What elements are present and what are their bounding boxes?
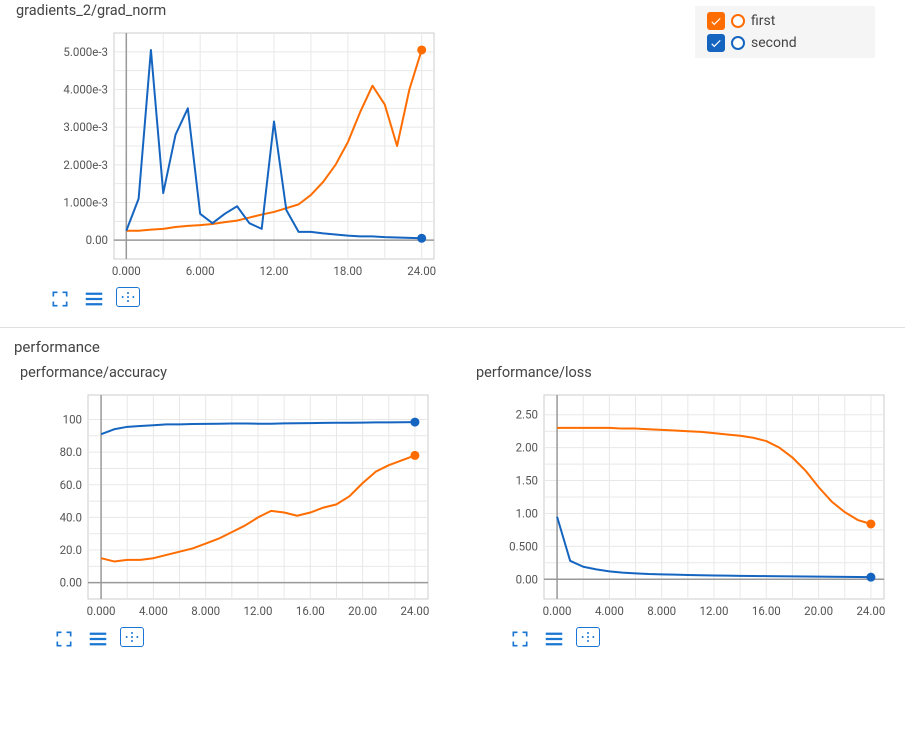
section-title[interactable]: performance: [0, 327, 905, 362]
svg-text:6.000: 6.000: [186, 264, 215, 278]
svg-text:24.00: 24.00: [407, 264, 436, 278]
checkbox-icon: [707, 12, 725, 30]
fullscreen-icon[interactable]: [48, 287, 72, 311]
svg-text:0.000: 0.000: [87, 604, 116, 618]
svg-text:4.000: 4.000: [139, 604, 168, 618]
svg-text:12.00: 12.00: [260, 264, 289, 278]
svg-text:20.0: 20.0: [60, 543, 82, 557]
checkbox-icon: [707, 34, 725, 52]
svg-text:2.00: 2.00: [516, 441, 538, 455]
svg-text:4.000: 4.000: [595, 604, 624, 618]
legend: first second: [695, 6, 875, 58]
svg-text:20.00: 20.00: [348, 604, 377, 618]
svg-text:16.00: 16.00: [752, 604, 781, 618]
svg-text:1.00: 1.00: [516, 506, 538, 520]
list-icon[interactable]: [542, 627, 566, 651]
svg-text:4.000e-3: 4.000e-3: [63, 83, 108, 97]
svg-text:60.0: 60.0: [60, 478, 82, 492]
chart-plot[interactable]: 0.000 4.000 8.000 12.00 16.00 20.00 24.00 0.00 2…: [18, 385, 438, 623]
legend-label: first: [751, 13, 775, 29]
svg-text:40.0: 40.0: [60, 510, 82, 524]
fullscreen-icon[interactable]: [508, 627, 532, 651]
chart-title: performance/loss: [476, 364, 894, 381]
svg-text:1.000e-3: 1.000e-3: [63, 196, 108, 210]
fullscreen-icon[interactable]: [52, 627, 76, 651]
svg-text:100: 100: [63, 412, 82, 426]
chart-toolbar: [14, 283, 891, 311]
chart-title: performance/accuracy: [20, 364, 438, 381]
series-circle-icon: [731, 14, 745, 28]
fit-domain-icon[interactable]: [120, 627, 144, 647]
svg-text:8.000: 8.000: [647, 604, 676, 618]
svg-text:5.000e-3: 5.000e-3: [63, 45, 108, 59]
svg-text:2.50: 2.50: [516, 408, 538, 422]
list-icon[interactable]: [82, 287, 106, 311]
svg-text:18.00: 18.00: [333, 264, 362, 278]
chart-loss: performance/loss 0.000 4.000 8.000 12.00 16.…: [460, 362, 905, 657]
chart-toolbar: [18, 623, 438, 651]
svg-text:20.00: 20.00: [804, 604, 833, 618]
svg-text:0.000: 0.000: [543, 604, 572, 618]
svg-text:24.00: 24.00: [400, 604, 429, 618]
svg-text:12.00: 12.00: [244, 604, 273, 618]
svg-text:12.00: 12.00: [700, 604, 729, 618]
chart-plot[interactable]: 0.000 4.000 8.000 12.00 16.00 20.00 24.00 0.00 0…: [474, 385, 894, 623]
chart-accuracy: performance/accuracy 0.000 4.000 8.000 12.0…: [4, 362, 452, 657]
svg-text:0.00: 0.00: [516, 572, 538, 586]
svg-text:8.000: 8.000: [191, 604, 220, 618]
fit-domain-icon[interactable]: [116, 287, 140, 307]
legend-item-second[interactable]: second: [707, 34, 863, 52]
svg-text:3.000e-3: 3.000e-3: [63, 120, 108, 134]
svg-text:2.000e-3: 2.000e-3: [63, 158, 108, 172]
list-icon[interactable]: [86, 627, 110, 651]
svg-text:24.00: 24.00: [856, 604, 885, 618]
svg-text:1.50: 1.50: [516, 474, 538, 488]
svg-text:16.00: 16.00: [296, 604, 325, 618]
legend-item-first[interactable]: first: [707, 12, 863, 30]
series-circle-icon: [731, 36, 745, 50]
chart-toolbar: [474, 623, 894, 651]
svg-text:0.00: 0.00: [86, 233, 108, 247]
svg-text:0.500: 0.500: [509, 539, 538, 553]
legend-label: second: [751, 35, 797, 51]
svg-text:80.0: 80.0: [60, 445, 82, 459]
fit-domain-icon[interactable]: [576, 627, 600, 647]
svg-text:0.00: 0.00: [60, 576, 82, 590]
svg-text:0.000: 0.000: [112, 264, 141, 278]
chart-plot[interactable]: 0.000 6.000 12.00 18.00 24.00 0.00 1.000e-3 2.0…: [14, 23, 444, 283]
